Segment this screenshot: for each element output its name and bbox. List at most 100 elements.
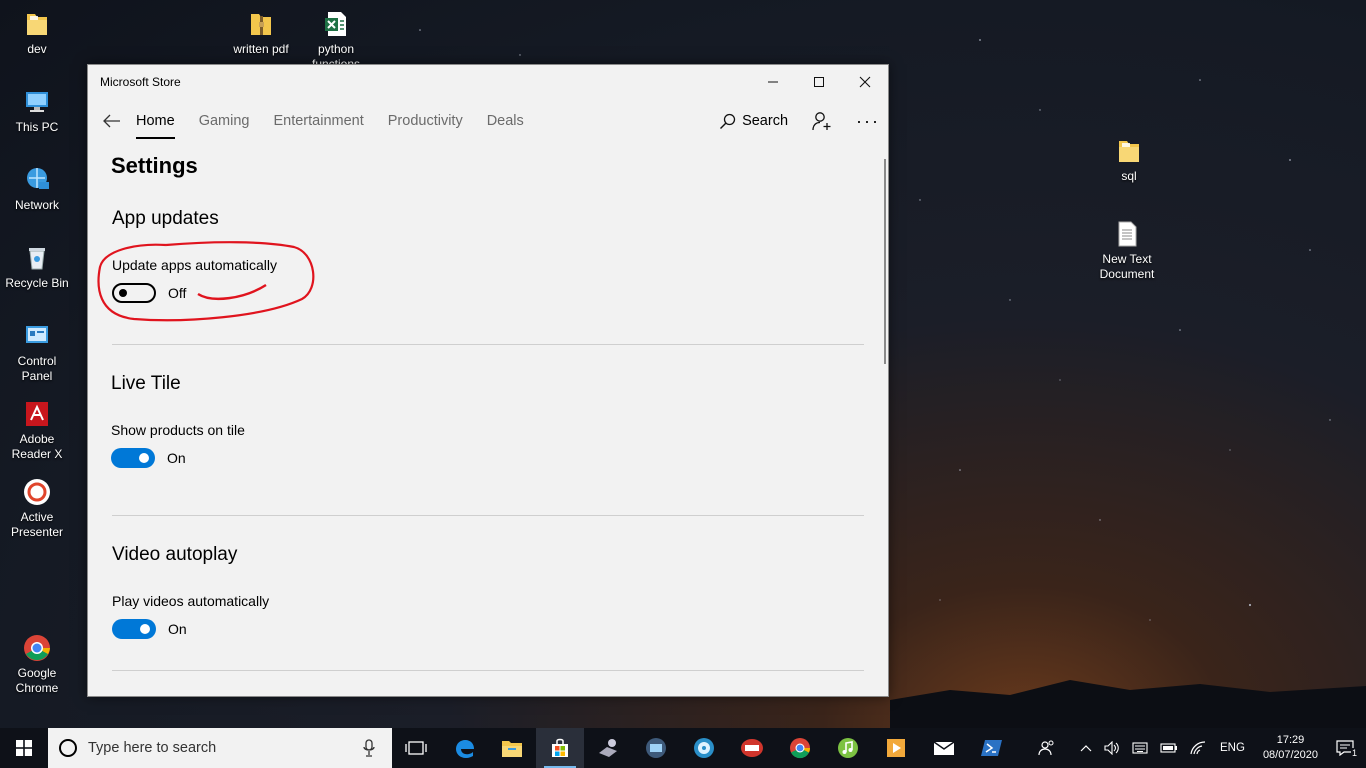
store-icon <box>552 738 568 757</box>
desktop-icon-label: sql <box>1121 169 1137 183</box>
microsoft-store-window: Microsoft Store Home Gaming Entertainmen… <box>87 64 889 697</box>
annotation-circle <box>97 241 315 322</box>
desktop-icon-label: written pdf <box>233 42 289 56</box>
chrome-icon <box>790 738 811 759</box>
desktop-icon-recycle-bin[interactable]: Recycle Bin <box>2 242 72 291</box>
input-language[interactable]: ENG <box>1220 742 1245 754</box>
keyboard-icon <box>1132 742 1148 754</box>
excel-file-icon <box>325 12 346 36</box>
desktop-icon-chrome[interactable]: Google Chrome <box>2 632 72 696</box>
taskbar-microsoft-store[interactable] <box>536 728 584 768</box>
tab-productivity[interactable]: Productivity <box>388 99 463 143</box>
window-title: Microsoft Store <box>100 75 181 89</box>
page-title: Settings <box>111 153 198 178</box>
section-video-autoplay: Video autoplay Play videos automatically… <box>112 544 269 639</box>
tab-entertainment[interactable]: Entertainment <box>273 99 363 143</box>
desktop-icon-network[interactable]: Network <box>2 164 72 213</box>
store-nav-bar: Home Gaming Entertainment Productivity D… <box>88 99 888 143</box>
taskbar-search-box[interactable]: Type here to search <box>48 728 392 768</box>
tab-deals[interactable]: Deals <box>487 99 524 143</box>
notification-count: 1 <box>1350 748 1358 758</box>
close-button[interactable] <box>842 65 888 99</box>
chevron-up-icon <box>1080 745 1092 752</box>
desktop-icon-adobe-reader[interactable]: Adobe Reader X <box>2 398 72 462</box>
wifi-button[interactable] <box>1190 741 1206 755</box>
tab-gaming[interactable]: Gaming <box>199 99 250 143</box>
section-title: Live Tile <box>111 373 181 394</box>
desktop-icon-written-pdf[interactable]: written pdf <box>226 8 296 57</box>
divider <box>112 670 864 671</box>
desktop-icon-control-panel[interactable]: Control Panel <box>2 320 72 384</box>
toggle-state: On <box>167 450 186 466</box>
desktop-icon-label: Google Chrome <box>15 666 59 695</box>
show-hidden-icons-button[interactable] <box>1080 744 1092 752</box>
back-button[interactable] <box>88 99 136 143</box>
desktop-icon-active-presenter[interactable]: Active Presenter <box>2 476 72 540</box>
live-tile-toggle[interactable] <box>111 448 155 468</box>
file-explorer-icon <box>502 741 522 757</box>
battery-button[interactable] <box>1160 742 1178 754</box>
desktop-icon-this-pc[interactable]: This PC <box>2 86 72 135</box>
taskbar-chrome[interactable] <box>776 728 824 768</box>
toggle-knob <box>139 453 149 463</box>
volume-button[interactable] <box>1104 741 1120 755</box>
tab-label: Gaming <box>198 113 250 129</box>
video-autoplay-toggle[interactable] <box>112 619 156 639</box>
tab-label: Productivity <box>387 113 463 129</box>
back-arrow-icon <box>103 114 120 128</box>
search-button[interactable]: Search <box>719 113 788 130</box>
tab-label: Entertainment <box>273 113 364 129</box>
battery-icon <box>1160 743 1178 753</box>
desktop-icon-label: dev <box>27 42 47 56</box>
taskbar-app-6[interactable] <box>632 728 680 768</box>
taskbar-file-explorer[interactable] <box>488 728 536 768</box>
chrome-icon <box>24 635 50 661</box>
setting-label: Show products on tile <box>111 422 245 438</box>
taskbar-app-8[interactable] <box>728 728 776 768</box>
desktop-icon-new-text-document[interactable]: New Text Document <box>1092 218 1162 282</box>
desktop-icon-label: Recycle Bin <box>5 276 69 290</box>
desktop-icon-sql[interactable]: sql <box>1094 135 1164 184</box>
section-live-tile: Live Tile Show products on tile On <box>111 373 245 468</box>
desktop-icon-dev[interactable]: dev <box>2 8 72 57</box>
minimize-button[interactable] <box>750 65 796 99</box>
taskbar-mail[interactable] <box>920 728 968 768</box>
task-view-button[interactable] <box>392 728 440 768</box>
taskbar-app-11[interactable] <box>872 728 920 768</box>
tab-label: Home <box>136 113 175 129</box>
taskbar-app-5[interactable] <box>584 728 632 768</box>
more-options-button[interactable]: ··· <box>856 111 880 132</box>
desktop-icon-label: Adobe Reader X <box>11 432 63 461</box>
divider <box>112 515 864 516</box>
settings-content: Settings App updates Update apps automat… <box>111 149 865 671</box>
action-center-button[interactable]: 1 <box>1336 740 1358 758</box>
tab-label: Deals <box>486 113 524 129</box>
title-bar[interactable]: Microsoft Store <box>88 65 888 99</box>
recorder-icon <box>741 739 763 757</box>
desktop-icon-python-functions[interactable]: python functions <box>301 8 371 72</box>
taskbar: Type here to search ENG 17:29 08/07/2020… <box>0 728 1366 768</box>
media-player-icon <box>646 738 666 758</box>
maximize-icon <box>814 77 824 87</box>
recycle-bin-icon <box>29 248 45 270</box>
setting-label: Play videos automatically <box>112 593 270 609</box>
zip-folder-icon <box>251 14 271 35</box>
clock-date: 08/07/2020 <box>1262 749 1318 761</box>
desktop-icon-label: Network <box>14 198 59 212</box>
task-view-icon <box>405 741 427 755</box>
taskbar-itunes[interactable] <box>824 728 872 768</box>
people-button[interactable] <box>1038 740 1056 756</box>
maximize-button[interactable] <box>796 65 842 99</box>
taskbar-powershell[interactable] <box>968 728 1016 768</box>
taskbar-edge[interactable] <box>440 728 488 768</box>
tab-home[interactable]: Home <box>136 99 175 143</box>
start-button[interactable] <box>0 728 48 768</box>
clock[interactable]: 17:29 08/07/2020 <box>1263 733 1318 763</box>
taskbar-app-7[interactable] <box>680 728 728 768</box>
wifi-icon <box>1190 741 1206 755</box>
system-tray: ENG 17:29 08/07/2020 1 <box>1032 728 1366 768</box>
scrollbar-thumb[interactable] <box>884 159 886 364</box>
account-button[interactable] <box>812 111 832 131</box>
keyboard-button[interactable] <box>1132 742 1148 754</box>
remote-desktop-icon <box>599 739 617 757</box>
